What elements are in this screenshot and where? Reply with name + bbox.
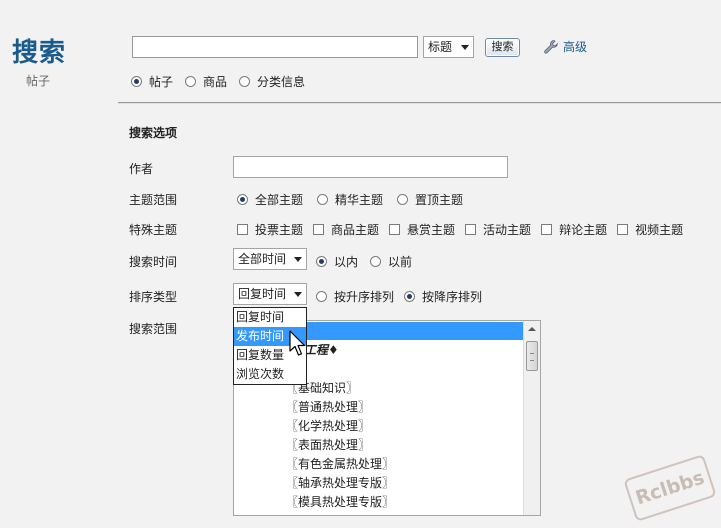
cursor-icon: [289, 330, 306, 356]
scope-posts[interactable]: 帖子: [131, 73, 173, 90]
special-debate[interactable]: 辩论主题: [541, 221, 607, 238]
watermark-logo: Rclbbs: [623, 454, 717, 522]
time-select-value: 全部时间: [238, 252, 287, 266]
special-goods[interactable]: 商品主题: [313, 221, 379, 238]
list-item[interactable]: 〖普通热处理〗: [286, 398, 370, 415]
radio-classified[interactable]: [239, 76, 251, 87]
check-goods[interactable]: [313, 224, 325, 235]
sort-desc-label: 按降序排列: [422, 290, 483, 304]
sort-label: 排序类型: [129, 290, 178, 304]
special-poll[interactable]: 投票主题: [237, 221, 303, 238]
special-activity[interactable]: 活动主题: [465, 221, 531, 238]
sort-asc[interactable]: 按升序排列: [316, 288, 394, 305]
radio-topic-sticky[interactable]: [397, 194, 409, 205]
radio-posts[interactable]: [131, 76, 142, 87]
check-reward[interactable]: [389, 224, 401, 235]
topic-range-options: 全部主题 精华主题 置顶主题: [237, 191, 463, 208]
search-scope: 帖子 商品 分类信息: [131, 73, 305, 90]
list-item[interactable]: 〖有色金属热处理〗: [286, 455, 394, 472]
special-reward-label: 悬赏主题: [407, 223, 456, 237]
radio-sort-desc[interactable]: [404, 291, 416, 302]
topic-digest-label: 精华主题: [335, 193, 384, 207]
page-title: 搜索: [12, 38, 67, 68]
search-input[interactable]: [132, 36, 418, 58]
time-within-label: 以内: [334, 255, 359, 269]
special-options: 投票主题 商品主题 悬赏主题 活动主题 辩论主题 视频主题: [237, 221, 683, 238]
divider: [118, 102, 721, 103]
sort-select[interactable]: 回复时间: [233, 283, 307, 305]
time-options: 以内 以前: [316, 253, 412, 270]
time-select[interactable]: 全部时间: [233, 248, 307, 270]
topic-sticky-label: 置顶主题: [415, 193, 464, 207]
special-poll-label: 投票主题: [255, 223, 304, 237]
special-reward[interactable]: 悬赏主题: [389, 221, 455, 238]
chevron-down-icon: [294, 292, 302, 297]
check-activity[interactable]: [465, 224, 477, 235]
special-debate-label: 辩论主题: [559, 223, 608, 237]
list-item[interactable]: 〖模具热处理专版〗: [286, 493, 394, 510]
author-label: 作者: [129, 162, 154, 176]
radio-time-before[interactable]: [370, 256, 382, 267]
sort-desc[interactable]: 按降序排列: [404, 288, 482, 305]
check-poll[interactable]: [237, 224, 248, 235]
topic-all[interactable]: 全部主题: [237, 191, 303, 208]
radio-time-within[interactable]: [316, 256, 327, 267]
scroll-thumb[interactable]: [526, 341, 538, 371]
search-field-select[interactable]: 标题: [423, 36, 474, 58]
sort-option-view-count[interactable]: 浏览次数: [234, 365, 306, 384]
time-within[interactable]: 以内: [316, 253, 358, 270]
special-video-label: 视频主题: [635, 223, 684, 237]
scope-classified-label: 分类信息: [257, 75, 306, 89]
scope-posts-label: 帖子: [149, 75, 174, 89]
scroll-up-icon[interactable]: [528, 327, 536, 331]
topic-digest[interactable]: 精华主题: [317, 191, 383, 208]
topic-sticky[interactable]: 置顶主题: [397, 191, 463, 208]
sort-asc-label: 按升序排列: [334, 290, 395, 304]
wrench-icon: [544, 39, 558, 54]
topic-range-label: 主题范围: [129, 193, 178, 207]
author-input[interactable]: [233, 156, 508, 178]
list-item[interactable]: 〖化学热处理〗: [286, 417, 370, 434]
special-label: 特殊主题: [129, 223, 178, 237]
list-item[interactable]: 〖表面热处理〗: [286, 436, 370, 453]
chevron-down-icon: [294, 257, 302, 262]
advanced-link[interactable]: 高级: [543, 38, 587, 55]
advanced-label: 高级: [563, 40, 588, 54]
sort-options: 按升序排列 按降序排列: [316, 288, 482, 305]
chevron-down-icon: [461, 45, 469, 50]
check-video[interactable]: [617, 224, 629, 235]
check-debate[interactable]: [541, 224, 553, 235]
list-scrollbar[interactable]: [523, 321, 540, 515]
scope-goods[interactable]: 商品: [185, 73, 227, 90]
sort-option-reply-time[interactable]: 回复时间: [234, 308, 306, 327]
time-label: 搜索时间: [129, 255, 178, 269]
search-field-value: 标题: [428, 40, 453, 54]
sort-select-value: 回复时间: [238, 287, 287, 301]
special-goods-label: 商品主题: [331, 223, 380, 237]
time-before[interactable]: 以前: [370, 253, 412, 270]
radio-goods[interactable]: [185, 76, 197, 87]
radio-sort-asc[interactable]: [316, 291, 327, 302]
page-subtitle: 帖子: [26, 74, 51, 88]
scope-goods-label: 商品: [203, 75, 228, 89]
radio-topic-all[interactable]: [237, 194, 248, 205]
search-button[interactable]: 搜索: [485, 38, 520, 57]
radio-topic-digest[interactable]: [317, 194, 329, 205]
section-title: 搜索选项: [129, 126, 178, 140]
topic-all-label: 全部主题: [255, 193, 304, 207]
time-before-label: 以前: [388, 255, 413, 269]
special-video[interactable]: 视频主题: [617, 221, 683, 238]
scope-classified[interactable]: 分类信息: [239, 73, 305, 90]
special-activity-label: 活动主题: [483, 223, 532, 237]
range-label: 搜索范围: [129, 322, 178, 336]
list-item[interactable]: 〖轴承热处理专版〗: [286, 474, 394, 491]
